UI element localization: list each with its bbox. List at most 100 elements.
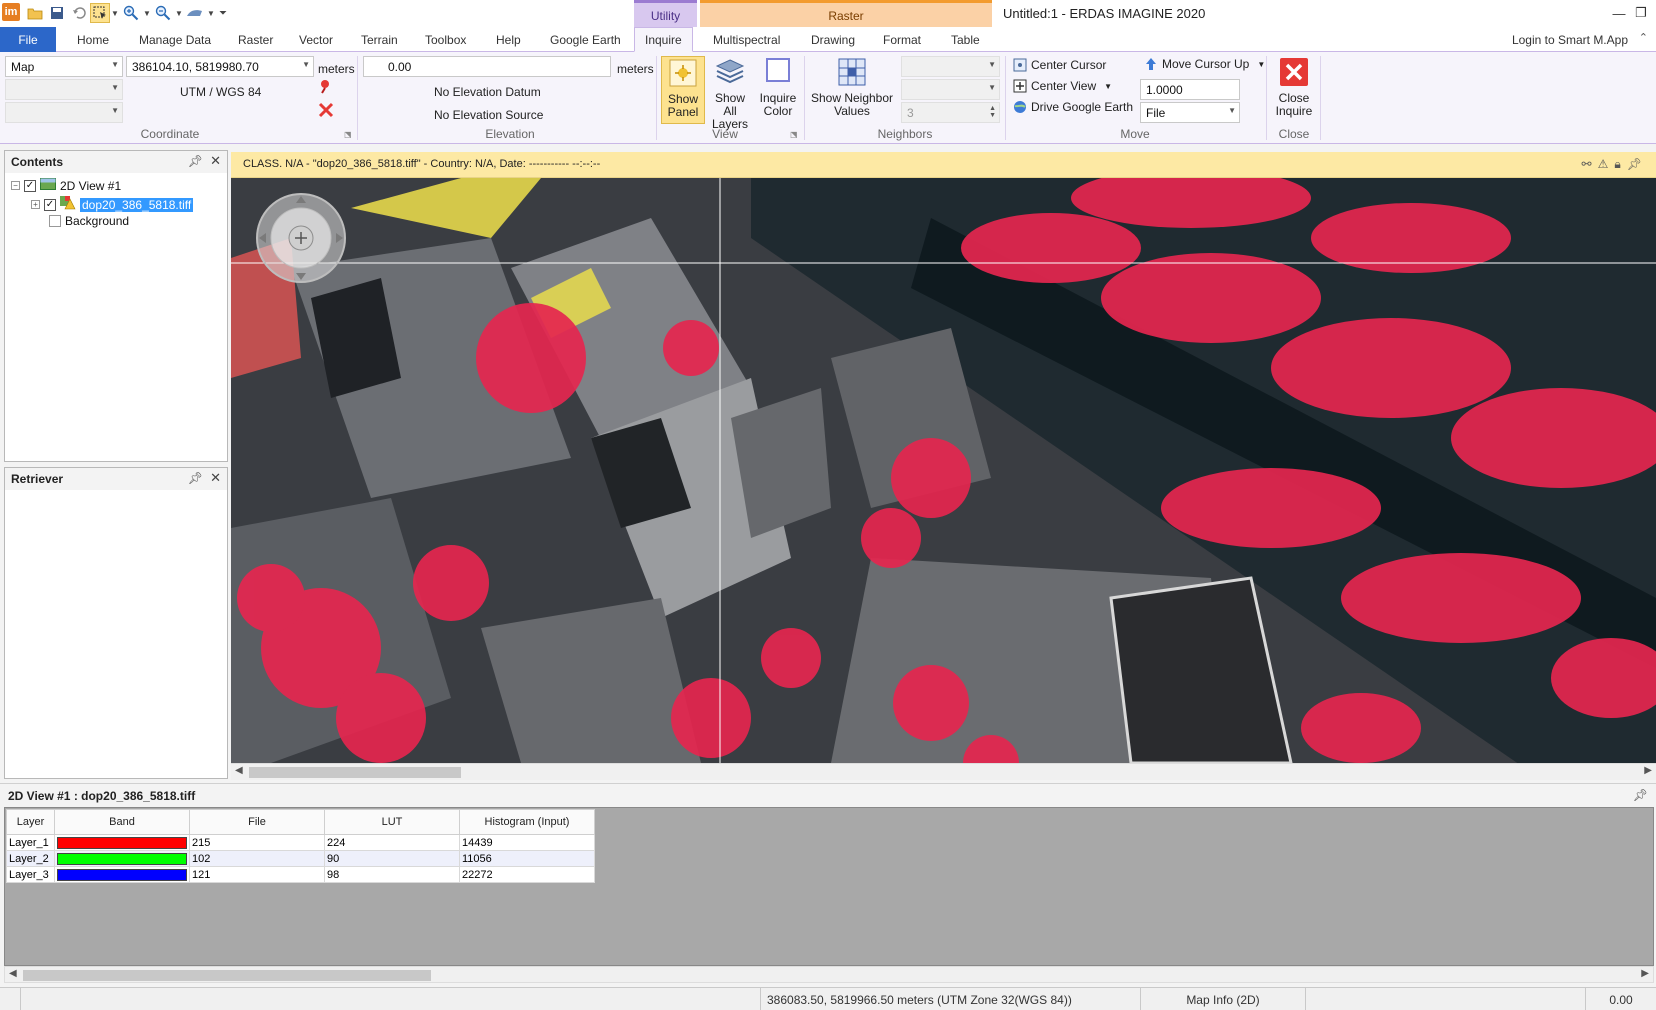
drive-google-earth-button[interactable]: Drive Google Earth	[1013, 100, 1133, 114]
zoom-out-icon[interactable]	[152, 3, 174, 23]
tab-vector[interactable]: Vector	[299, 27, 333, 52]
context-group-raster: Raster	[700, 0, 992, 27]
scroll-right-icon[interactable]: ▶	[1644, 765, 1652, 776]
map-view-canvas[interactable]	[231, 178, 1656, 763]
cell-lut: 98	[324, 866, 460, 883]
login-link[interactable]: Login to Smart M.App	[1512, 33, 1628, 47]
tab-format[interactable]: Format	[883, 27, 921, 52]
layer-visibility-checkbox[interactable]: ✓	[44, 198, 56, 211]
chevron-down-icon: ▼	[302, 60, 310, 69]
elevation-datum-label: No Elevation Datum	[434, 85, 541, 99]
tab-google-earth[interactable]: Google Earth	[550, 27, 621, 52]
table-row[interactable]: Layer_1 215 224 14439	[6, 834, 595, 851]
tab-help[interactable]: Help	[496, 27, 521, 52]
inquire-horizontal-scrollbar[interactable]: ◀ ▶	[4, 966, 1654, 983]
grid-icon	[836, 56, 868, 88]
clear-coordinate-icon[interactable]	[318, 102, 334, 121]
column-header-histogram[interactable]: Histogram (Input)	[459, 809, 595, 835]
dialog-launcher-icon[interactable]: ⬔	[344, 130, 352, 139]
coordinate-type-select[interactable]: Map ▼	[5, 56, 123, 77]
retriever-panel-header: Retriever 📌︎ ✕	[5, 468, 227, 490]
ribbon-tab-row: File Home Manage Data Raster Vector Terr…	[0, 27, 1656, 52]
open-folder-icon[interactable]	[24, 3, 46, 23]
coordinate-xy-field[interactable]: 386104.10, 5819980.70 ▼	[126, 56, 314, 77]
pan-icon[interactable]	[184, 3, 206, 23]
pin-icon[interactable]: 📌︎	[188, 154, 203, 168]
tab-multispectral[interactable]: Multispectral	[713, 27, 780, 52]
quick-access-toolbar: ▼ ▼ ▼ ▼ ⏷	[24, 3, 230, 23]
pin-icon[interactable]: 📌︎	[188, 471, 203, 485]
tab-drawing[interactable]: Drawing	[811, 27, 855, 52]
show-neighbor-values-button[interactable]: Show Neighbor Values	[808, 56, 896, 118]
move-step-mode-select[interactable]: File ▼	[1140, 102, 1240, 123]
close-inquire-button[interactable]: Close Inquire	[1272, 56, 1316, 118]
select-icon[interactable]	[90, 3, 110, 23]
background-checkbox[interactable]	[49, 215, 61, 227]
view-horizontal-scrollbar[interactable]: ◀ ▶	[231, 763, 1656, 780]
column-header-band[interactable]: Band	[54, 809, 190, 835]
expand-icon[interactable]: +	[31, 200, 40, 209]
column-header-lut[interactable]: LUT	[324, 809, 460, 835]
lock-icon[interactable]: 🔒︎	[1614, 157, 1626, 171]
tab-manage-data[interactable]: Manage Data	[139, 27, 211, 52]
context-group-utility-label: Utility	[650, 9, 681, 23]
move-cursor-up-button[interactable]: Move Cursor Up ▼	[1144, 57, 1265, 71]
pin-location-icon[interactable]	[318, 78, 334, 97]
pin-icon[interactable]: 📌︎	[1627, 157, 1648, 171]
show-all-layers-button[interactable]: Show All Layers	[706, 56, 754, 131]
scroll-left-icon[interactable]: ◀	[9, 968, 17, 979]
close-icon[interactable]: ✕	[210, 153, 221, 169]
save-icon[interactable]	[46, 3, 68, 23]
tab-raster[interactable]: Raster	[238, 27, 273, 52]
dropdown-chevron-icon[interactable]: ▼	[110, 3, 120, 23]
zoom-in-icon[interactable]	[120, 3, 142, 23]
tab-toolbox[interactable]: Toolbox	[425, 27, 466, 52]
move-step-value: 1.0000	[1146, 83, 1183, 97]
tree-background-node[interactable]: Background	[49, 214, 129, 228]
drive-google-earth-label: Drive Google Earth	[1031, 100, 1134, 114]
minimize-icon[interactable]: —	[1608, 3, 1630, 23]
scrollbar-thumb[interactable]	[23, 970, 431, 981]
chevron-up-icon[interactable]: ⌃	[1639, 31, 1648, 44]
warning-icon[interactable]: ⚠	[1598, 157, 1615, 171]
center-view-button[interactable]: Center View ▼	[1013, 79, 1112, 93]
tab-inquire[interactable]: Inquire	[634, 27, 693, 52]
map-navigation-control[interactable]	[255, 192, 347, 287]
tab-table[interactable]: Table	[951, 27, 980, 52]
table-row[interactable]: Layer_3 121 98 22272	[6, 866, 595, 883]
tab-file[interactable]: File	[0, 27, 56, 52]
tree-layer-node[interactable]: + ✓ dop20_386_5818.tiff	[31, 196, 194, 213]
app-logo-icon: im	[2, 3, 20, 21]
link-icon[interactable]: ⚯	[1582, 157, 1598, 171]
layer-name-label[interactable]: dop20_386_5818.tiff	[80, 197, 194, 212]
column-header-file[interactable]: File	[189, 809, 325, 835]
tab-terrain[interactable]: Terrain	[361, 27, 398, 52]
ribbon: Map ▼ 386104.10, 5819980.70 ▼ meters ▼ ▼…	[0, 52, 1656, 144]
view-info-icons: ⚯⚠🔒︎📌︎	[1582, 157, 1648, 172]
undo-icon[interactable]	[68, 3, 90, 23]
move-step-input[interactable]: 1.0000	[1140, 79, 1240, 100]
table-row[interactable]: Layer_2 102 90 11056	[6, 850, 595, 867]
zoom-in-dropdown-icon[interactable]: ▼	[142, 3, 152, 23]
collapse-icon[interactable]: −	[11, 181, 20, 190]
elevation-field[interactable]: 0.00	[363, 56, 611, 77]
tab-home[interactable]: Home	[77, 27, 109, 52]
center-cursor-button[interactable]: Center Cursor	[1013, 58, 1106, 72]
pin-icon[interactable]: 📌︎	[1633, 788, 1648, 802]
scroll-left-icon[interactable]: ◀	[235, 765, 243, 776]
view-visibility-checkbox[interactable]: ✓	[24, 179, 36, 192]
customize-icon[interactable]: ⏷	[216, 3, 230, 23]
column-header-layer[interactable]: Layer	[6, 809, 55, 835]
pan-dropdown-icon[interactable]: ▼	[206, 3, 216, 23]
close-icon[interactable]: ✕	[210, 470, 221, 486]
inquire-color-button[interactable]: Inquire Color	[756, 56, 800, 118]
restore-icon[interactable]: ❐	[1630, 3, 1652, 23]
raster-warning-icon	[60, 196, 76, 213]
zoom-out-dropdown-icon[interactable]: ▼	[174, 3, 184, 23]
cell-layer: Layer_2	[6, 850, 55, 867]
dialog-launcher-icon[interactable]: ⬔	[790, 130, 798, 139]
tree-view-node[interactable]: − ✓ 2D View #1	[11, 178, 121, 193]
scrollbar-thumb[interactable]	[249, 767, 461, 778]
scroll-right-icon[interactable]: ▶	[1641, 968, 1649, 979]
show-panel-button[interactable]: Show Panel	[661, 56, 705, 124]
